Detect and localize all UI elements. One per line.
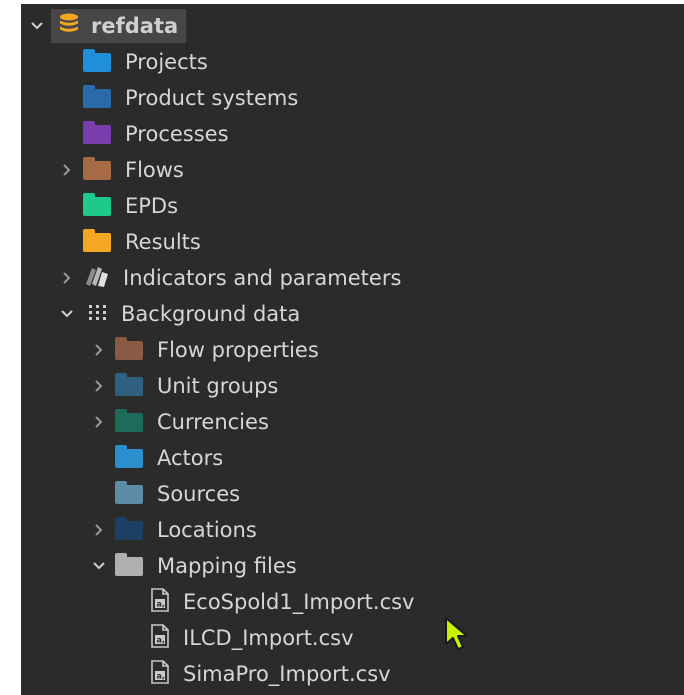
tree-item-label: Results xyxy=(125,230,201,254)
tree-item-sources[interactable]: Sources xyxy=(21,476,684,512)
tree-item-epds[interactable]: EPDs xyxy=(21,188,684,224)
folder-icon xyxy=(83,192,111,216)
tree-item-label: Currencies xyxy=(157,410,269,434)
database-icon xyxy=(57,12,81,41)
chevron-down-icon[interactable] xyxy=(27,16,47,36)
tree-item-label: Processes xyxy=(125,122,229,146)
chevron-right-icon[interactable] xyxy=(89,376,109,396)
tree-item-label: Product systems xyxy=(125,86,299,110)
svg-text:a,: a, xyxy=(157,599,165,608)
indicators-icon xyxy=(83,264,111,293)
tree-item-label: ILCD_Import.csv xyxy=(183,626,354,650)
grid-dots-icon xyxy=(87,302,109,327)
svg-text:a,: a, xyxy=(157,635,165,644)
folder-icon xyxy=(115,552,143,576)
mouse-cursor-icon xyxy=(444,616,470,656)
folder-icon xyxy=(115,408,143,432)
tree-item-locations[interactable]: Locations xyxy=(21,512,684,548)
tree-item-label: EcoSpold1_Import.csv xyxy=(183,590,415,614)
tree-item-mapping-files[interactable]: Mapping files xyxy=(21,548,684,584)
tree-item-label: Indicators and parameters xyxy=(123,266,402,290)
tree-item-label: Locations xyxy=(157,518,257,542)
folder-icon xyxy=(115,336,143,360)
tree-item-projects[interactable]: Projects xyxy=(21,44,684,80)
folder-icon xyxy=(83,156,111,180)
tree-item-ecospold1-import-csv[interactable]: a, EcoSpold1_Import.csv xyxy=(21,584,684,620)
chevron-right-icon[interactable] xyxy=(89,340,109,360)
chevron-right-icon[interactable] xyxy=(57,160,77,180)
csv-file-icon: a, xyxy=(149,623,171,654)
tree-item-background-data[interactable]: Background data xyxy=(21,296,684,332)
csv-file-icon: a, xyxy=(149,587,171,618)
tree-item-processes[interactable]: Processes xyxy=(21,116,684,152)
csv-file-icon: a, xyxy=(149,659,171,690)
tree-item-label: EPDs xyxy=(125,194,179,218)
tree-item-label: Sources xyxy=(157,482,241,506)
tree-item-label: Projects xyxy=(125,50,208,74)
tree-item-label: Background data xyxy=(121,302,301,326)
chevron-down-icon[interactable] xyxy=(89,556,109,576)
tree-item-refdata[interactable]: refdata xyxy=(21,8,684,44)
folder-icon xyxy=(83,84,111,108)
tree-item-simapro-import-csv[interactable]: a, SimaPro_Import.csv xyxy=(21,656,684,692)
tree-item-flow-properties[interactable]: Flow properties xyxy=(21,332,684,368)
tree-item-product-systems[interactable]: Product systems xyxy=(21,80,684,116)
chevron-right-icon[interactable] xyxy=(57,268,77,288)
tree-item-results[interactable]: Results xyxy=(21,224,684,260)
tree-item-currencies[interactable]: Currencies xyxy=(21,404,684,440)
chevron-down-icon[interactable] xyxy=(57,304,77,324)
folder-icon xyxy=(115,444,143,468)
folder-icon xyxy=(115,516,143,540)
tree-item-indicators-and-parameters[interactable]: Indicators and parameters xyxy=(21,260,684,296)
folder-icon xyxy=(83,120,111,144)
tree-item-label: refdata xyxy=(91,14,179,38)
tree-item-label: Flows xyxy=(125,158,184,182)
navigation-tree: refdata Projects Product systems Process… xyxy=(21,4,684,695)
svg-text:a,: a, xyxy=(157,671,165,680)
tree-item-label: Unit groups xyxy=(157,374,279,398)
tree-item-label: Mapping files xyxy=(157,554,297,578)
tree-item-unit-groups[interactable]: Unit groups xyxy=(21,368,684,404)
folder-icon xyxy=(83,228,111,252)
folder-icon xyxy=(83,48,111,72)
chevron-right-icon[interactable] xyxy=(89,412,109,432)
tree-item-ilcd-import-csv[interactable]: a, ILCD_Import.csv xyxy=(21,620,684,656)
chevron-right-icon[interactable] xyxy=(89,520,109,540)
tree-item-label: SimaPro_Import.csv xyxy=(183,662,391,686)
tree-item-flows[interactable]: Flows xyxy=(21,152,684,188)
tree-item-label: Flow properties xyxy=(157,338,319,362)
tree-item-actors[interactable]: Actors xyxy=(21,440,684,476)
tree-item-label: Actors xyxy=(157,446,224,470)
folder-icon xyxy=(115,372,143,396)
folder-icon xyxy=(115,480,143,504)
